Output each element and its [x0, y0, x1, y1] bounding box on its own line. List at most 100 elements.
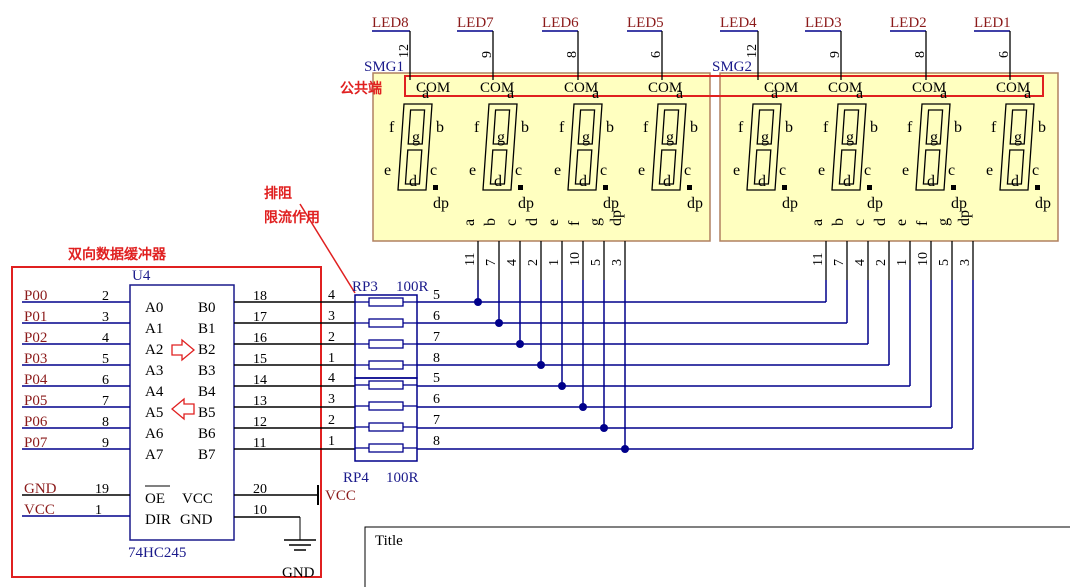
- input-pin-number: 4: [102, 331, 109, 346]
- segment-letter-label: e: [554, 162, 561, 179]
- resistor-right-pin: 8: [433, 351, 440, 366]
- segment-letter-label: b: [436, 119, 444, 136]
- segment-pin-letter: f: [914, 220, 931, 226]
- control-pin-number: 1: [95, 503, 102, 518]
- led-pin-number: 8: [913, 51, 928, 58]
- display-group-label-smg1: SMG1: [364, 59, 404, 75]
- segment-pin-number: 4: [505, 259, 520, 266]
- resistor-left-pin: 2: [328, 413, 335, 428]
- output-pin-name: B7: [198, 447, 216, 463]
- segment-pin-number: 3: [958, 259, 973, 266]
- segment-pin-number: 5: [589, 259, 604, 266]
- output-pin-name: B4: [198, 384, 216, 400]
- output-pin-name: B6: [198, 426, 216, 442]
- input-net-label: P06: [24, 414, 48, 430]
- segment-letter-label: a: [422, 85, 429, 102]
- segment-pin-number: 1: [547, 259, 562, 266]
- segment-pin-letter: b: [830, 218, 847, 226]
- segment-letter-label: f: [991, 119, 997, 136]
- segment-pin-letter: d: [524, 218, 541, 226]
- segment-letter-label: c: [430, 162, 437, 179]
- segment-letter-label: c: [600, 162, 607, 179]
- led-pin-number: 12: [397, 44, 412, 58]
- led-net-label: LED8: [372, 15, 409, 31]
- resistor-icon: [368, 443, 404, 453]
- segment-pin-letter: f: [566, 220, 583, 226]
- input-pin-name: A0: [145, 300, 163, 316]
- annotation-buffer: 双向数据缓冲器: [68, 246, 167, 263]
- junction-dot-icon: [621, 445, 629, 453]
- junction-dot-icon: [579, 403, 587, 411]
- power-pin-number: 10: [253, 503, 267, 518]
- segment-letter-label: f: [389, 119, 395, 136]
- output-pin-number: 16: [253, 331, 267, 346]
- segment-letter-label: f: [823, 119, 829, 136]
- input-net-label: P00: [24, 288, 47, 304]
- input-pin-name: A5: [145, 405, 163, 421]
- segment-letter-label: a: [940, 85, 947, 102]
- segment-letter-label: g: [846, 129, 854, 146]
- resistor-left-pin: 4: [328, 288, 335, 303]
- segment-letter-label: b: [785, 119, 793, 136]
- segment-letter-label: dp: [687, 195, 703, 212]
- arrow-right-icon: [171, 338, 196, 362]
- junction-dot-icon: [600, 424, 608, 432]
- decimal-point-icon: [518, 185, 523, 190]
- resistor-left-pin: 4: [328, 371, 335, 386]
- resistor-right-pin: 5: [433, 371, 440, 386]
- led-net-label: LED3: [805, 15, 842, 31]
- segment-pin-letter: c: [503, 219, 520, 226]
- vcc-net-label: VCC: [325, 488, 356, 504]
- output-pin-name: B1: [198, 321, 216, 337]
- led-pin-number: 9: [480, 51, 495, 58]
- segment-letter-label: dp: [782, 195, 798, 212]
- output-pin-number: 15: [253, 352, 267, 367]
- segment-letter-label: dp: [518, 195, 534, 212]
- segment-letter-label: g: [761, 129, 769, 146]
- segment-pin-letter: d: [872, 218, 889, 226]
- power-pin-name: GND: [180, 512, 213, 528]
- segment-letter-label: c: [779, 162, 786, 179]
- input-pin-number: 2: [102, 289, 109, 304]
- schematic-canvas: Title SMG1 SMG2 公共端 排阻 限流作用 双向数据缓冲器 U4 7…: [11, 15, 1070, 587]
- chip-ref: U4: [132, 268, 151, 284]
- segment-pin-number: 7: [484, 259, 499, 266]
- segment-pin-number: 11: [463, 253, 478, 266]
- segment-letter-label: d: [758, 173, 766, 190]
- segment-letter-label: e: [902, 162, 909, 179]
- segment-letter-label: a: [771, 85, 778, 102]
- output-pin-name: B0: [198, 300, 216, 316]
- input-net-label: P01: [24, 309, 47, 325]
- segment-letter-label: g: [930, 129, 938, 146]
- led-net-label: LED4: [720, 15, 757, 31]
- output-pin-number: 14: [253, 373, 267, 388]
- decimal-point-icon: [687, 185, 692, 190]
- input-pin-name: A3: [145, 363, 163, 379]
- segment-letter-label: dp: [433, 195, 449, 212]
- resistor-right-pin: 7: [433, 413, 440, 428]
- segment-letter-label: c: [1032, 162, 1039, 179]
- segment-letter-label: c: [684, 162, 691, 179]
- resistor-array-value: 100R: [386, 470, 419, 486]
- control-pin-name: DIR: [145, 512, 171, 528]
- input-net-label: P04: [24, 372, 48, 388]
- control-pin-name: OE: [145, 491, 165, 507]
- segment-pin-letter: a: [461, 219, 478, 226]
- segment-letter-label: e: [384, 162, 391, 179]
- resistor-icon: [368, 318, 404, 328]
- resistor-left-pin: 3: [328, 392, 335, 407]
- segment-pin-letter: dp: [956, 210, 973, 226]
- output-pin-number: 11: [253, 436, 266, 451]
- segment-letter-label: d: [663, 173, 671, 190]
- segment-letter-label: dp: [867, 195, 883, 212]
- segment-pin-number: 5: [937, 259, 952, 266]
- resistor-left-pin: 3: [328, 309, 335, 324]
- input-pin-number: 3: [102, 310, 109, 325]
- output-pin-name: B2: [198, 342, 216, 358]
- led-net-label: LED7: [457, 15, 494, 31]
- led-net-label: LED2: [890, 15, 927, 31]
- led-net-label: LED6: [542, 15, 579, 31]
- junction-dot-icon: [495, 319, 503, 327]
- segment-letter-label: a: [676, 85, 683, 102]
- input-pin-name: A7: [145, 447, 164, 463]
